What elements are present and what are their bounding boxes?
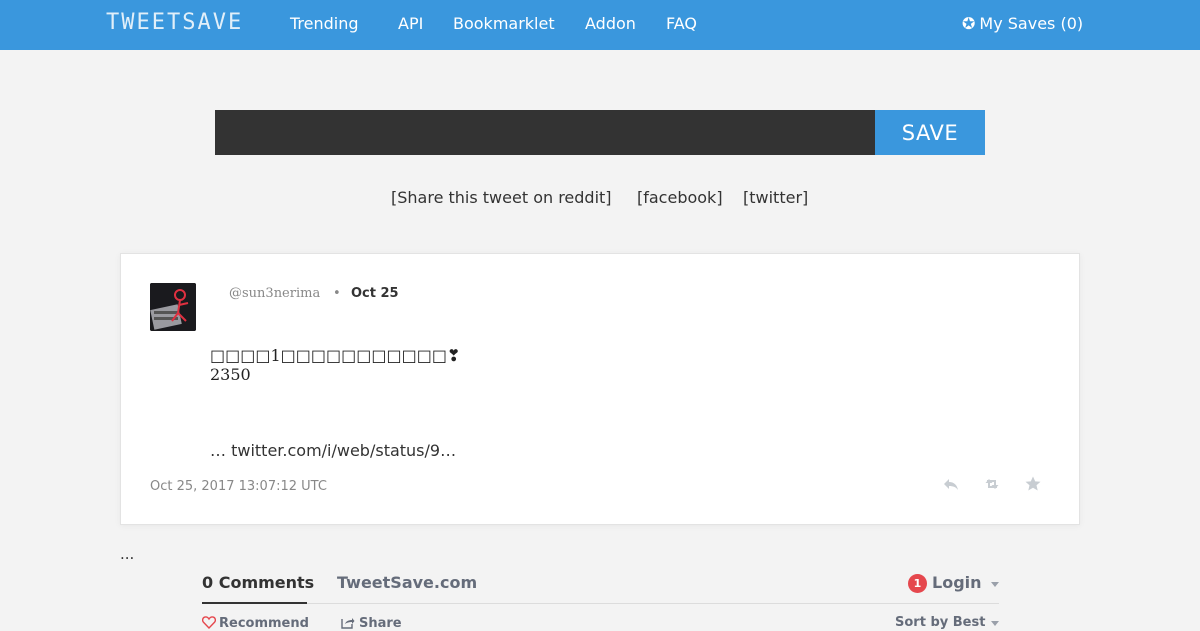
- share-twitter-link[interactable]: [twitter]: [743, 188, 808, 207]
- my-saves-label: My Saves (0): [979, 14, 1084, 33]
- tweet-author-handle[interactable]: @sun3nerima: [229, 286, 320, 301]
- tweet-url-input[interactable]: [215, 110, 875, 155]
- share-label: Share: [359, 616, 402, 631]
- avatar[interactable]: [150, 283, 196, 331]
- tweet-card: @sun3nerima • Oct 25 □□□□1□□□□□□□□□□□❣ 23…: [120, 253, 1080, 525]
- comments-count-tab[interactable]: 0 Comments: [202, 573, 314, 592]
- share-facebook-link[interactable]: [facebook]: [637, 188, 723, 207]
- active-tab-underline: [202, 602, 307, 604]
- tweet-text-line: □□□□1□□□□□□□□□□□❣: [210, 346, 461, 365]
- save-button[interactable]: SAVE: [875, 110, 985, 155]
- nav-link-trending[interactable]: Trending: [290, 14, 359, 33]
- tweet-status-link[interactable]: … twitter.com/i/web/status/9…: [210, 441, 456, 460]
- separator-dot: •: [333, 286, 341, 301]
- top-nav-bar: TWEETSAVE Trending API Bookmarklet Addon…: [0, 0, 1200, 50]
- comments-divider: [202, 603, 999, 604]
- chevron-down-icon[interactable]: [991, 621, 999, 626]
- share-reddit-link[interactable]: [Share this tweet on reddit]: [391, 188, 612, 207]
- tweet-text: □□□□1□□□□□□□□□□□❣ 2350: [210, 346, 460, 384]
- comments-site-tab[interactable]: TweetSave.com: [337, 573, 477, 592]
- nav-link-bookmarklet[interactable]: Bookmarklet: [453, 14, 555, 33]
- share-icon: [341, 618, 355, 629]
- recommend-button[interactable]: Recommend: [201, 616, 309, 631]
- reply-icon[interactable]: [941, 474, 961, 494]
- my-saves-link[interactable]: ✪ My Saves (0): [962, 14, 1083, 33]
- star-circle-icon: ✪: [962, 14, 976, 33]
- favorite-icon[interactable]: [1023, 474, 1043, 494]
- trailing-ellipsis: ...: [120, 545, 135, 563]
- chevron-down-icon[interactable]: [991, 582, 999, 587]
- login-button[interactable]: Login: [932, 573, 982, 592]
- brand-logo[interactable]: TWEETSAVE: [106, 10, 243, 35]
- share-button[interactable]: Share: [341, 616, 402, 631]
- retweet-icon[interactable]: [982, 474, 1002, 494]
- heart-icon: [201, 616, 217, 630]
- nav-link-api[interactable]: API: [398, 14, 423, 33]
- sort-label: Sort by Best: [895, 615, 986, 630]
- tweet-timestamp: Oct 25, 2017 13:07:12 UTC: [150, 479, 327, 494]
- nav-link-faq[interactable]: FAQ: [666, 14, 697, 33]
- notification-badge: 1: [908, 574, 927, 593]
- sort-dropdown[interactable]: Sort by Best: [895, 615, 985, 630]
- tweet-date[interactable]: Oct 25: [351, 286, 399, 301]
- nav-link-addon[interactable]: Addon: [585, 14, 636, 33]
- tweet-text-line: 2350: [210, 365, 251, 384]
- recommend-label: Recommend: [219, 616, 309, 631]
